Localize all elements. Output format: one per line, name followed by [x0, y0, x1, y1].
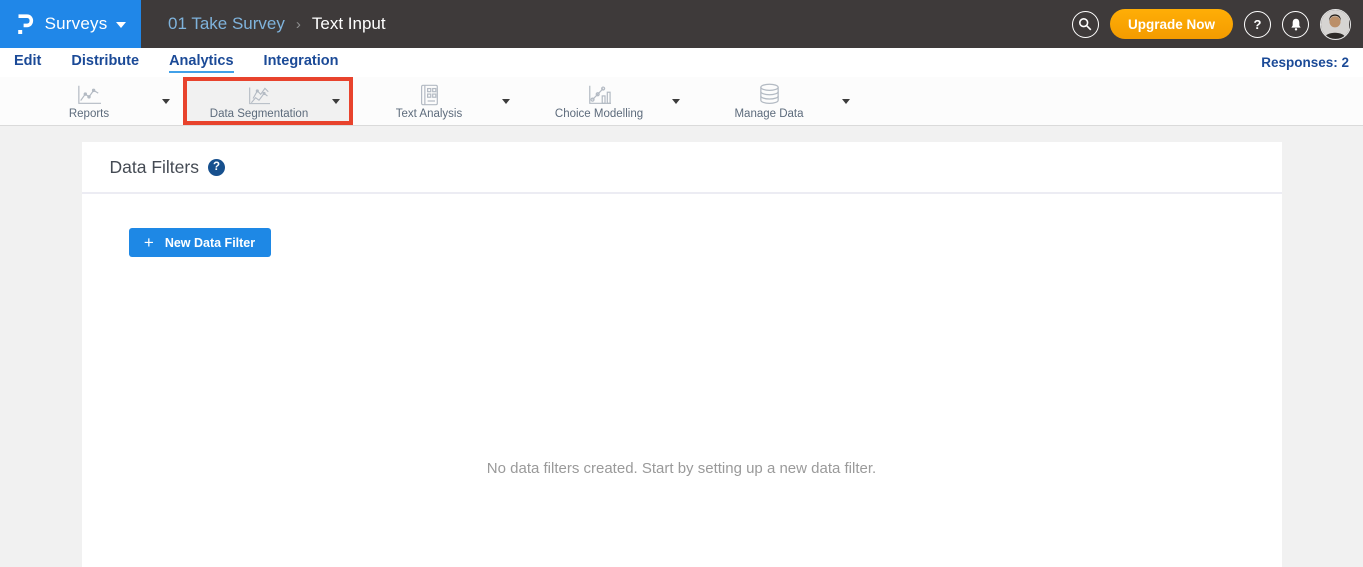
main-area: Data Filters ? + New Data Filter No data…	[0, 126, 1363, 567]
search-icon	[1078, 17, 1092, 31]
text-analysis-dropdown-caret[interactable]	[502, 99, 510, 104]
toolbar-item-label: Choice Modelling	[555, 108, 643, 120]
breadcrumb-survey-link[interactable]: 01 Take Survey	[168, 14, 285, 34]
panel-header: Data Filters ?	[82, 142, 1282, 194]
line-chart-icon	[73, 85, 105, 107]
toolbar-group-data-segmentation: Data Segmentation	[183, 77, 353, 125]
breadcrumb: 01 Take Survey › Text Input	[168, 14, 386, 34]
data-segmentation-button[interactable]: Data Segmentation	[196, 83, 322, 120]
choice-modelling-button[interactable]: Choice Modelling	[536, 83, 662, 120]
product-name: Surveys	[45, 14, 108, 34]
topbar-actions: Upgrade Now ?	[1072, 9, 1363, 40]
new-data-filter-button[interactable]: + New Data Filter	[129, 228, 271, 257]
manage-data-button[interactable]: Manage Data	[706, 83, 832, 120]
data-filters-panel: Data Filters ? + New Data Filter No data…	[82, 142, 1282, 567]
help-button[interactable]: ?	[1244, 11, 1271, 38]
tab-distribute[interactable]: Distribute	[71, 53, 139, 73]
toolbar-group-text-analysis: Text Analysis	[353, 77, 523, 125]
search-button[interactable]	[1072, 11, 1099, 38]
breadcrumb-separator: ›	[296, 16, 301, 33]
text-analysis-button[interactable]: Text Analysis	[366, 83, 492, 120]
proprofs-logo-icon	[15, 11, 36, 37]
breadcrumb-current-page: Text Input	[312, 14, 386, 34]
tab-list: Edit Distribute Analytics Integration	[14, 53, 338, 73]
tab-integration[interactable]: Integration	[264, 53, 339, 73]
toolbar-item-label: Reports	[69, 108, 109, 120]
tab-edit[interactable]: Edit	[14, 53, 41, 73]
responses-count: Responses: 2	[1261, 55, 1349, 70]
toolbar-item-label: Data Segmentation	[210, 108, 308, 120]
upgrade-now-button[interactable]: Upgrade Now	[1110, 9, 1233, 39]
tab-analytics[interactable]: Analytics	[169, 53, 233, 73]
multi-line-chart-icon	[243, 85, 275, 107]
database-icon	[756, 85, 783, 107]
plus-icon: +	[144, 234, 154, 251]
data-segmentation-dropdown-caret[interactable]	[332, 99, 340, 104]
choice-modelling-dropdown-caret[interactable]	[672, 99, 680, 104]
reports-dropdown-caret[interactable]	[162, 99, 170, 104]
bell-icon	[1289, 17, 1303, 32]
scatter-bar-chart-icon	[583, 85, 615, 107]
toolbar-item-label: Text Analysis	[396, 108, 462, 120]
toolbar-group-manage-data: Manage Data	[693, 77, 863, 125]
user-avatar[interactable]	[1320, 9, 1351, 40]
analytics-toolbar: Reports Data Segmentation	[0, 77, 1363, 126]
new-data-filter-label: New Data Filter	[165, 236, 255, 250]
section-nav: Edit Distribute Analytics Integration Re…	[0, 48, 1363, 77]
chevron-down-icon	[116, 22, 126, 28]
document-grid-icon	[415, 85, 443, 107]
toolbar-group-reports: Reports	[13, 77, 183, 125]
toolbar-group-choice-modelling: Choice Modelling	[523, 77, 693, 125]
panel-title: Data Filters	[110, 157, 199, 178]
manage-data-dropdown-caret[interactable]	[842, 99, 850, 104]
notifications-button[interactable]	[1282, 11, 1309, 38]
empty-state-message: No data filters created. Start by settin…	[82, 460, 1282, 477]
data-filters-help-icon[interactable]: ?	[208, 159, 225, 176]
topbar: Surveys 01 Take Survey › Text Input Upgr…	[0, 0, 1363, 48]
toolbar-item-label: Manage Data	[734, 108, 803, 120]
app-switcher[interactable]: Surveys	[0, 0, 141, 48]
reports-button[interactable]: Reports	[26, 83, 152, 120]
